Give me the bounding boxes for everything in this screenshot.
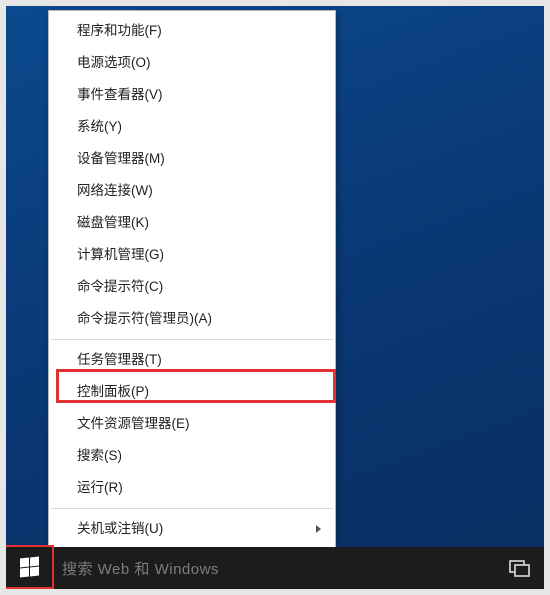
- menu-item-control-panel[interactable]: 控制面板(P): [49, 376, 335, 408]
- taskbar-search-input[interactable]: 搜索 Web 和 Windows: [54, 547, 496, 589]
- menu-separator: [51, 339, 333, 340]
- menu-item-system[interactable]: 系统(Y): [49, 111, 335, 143]
- menu-separator: [51, 508, 333, 509]
- task-view-button[interactable]: [496, 547, 544, 589]
- menu-item-file-explorer[interactable]: 文件资源管理器(E): [49, 408, 335, 440]
- menu-item-device-manager[interactable]: 设备管理器(M): [49, 143, 335, 175]
- menu-item-event-viewer[interactable]: 事件查看器(V): [49, 79, 335, 111]
- menu-item-computer-management[interactable]: 计算机管理(G): [49, 239, 335, 271]
- start-button[interactable]: [6, 547, 54, 589]
- menu-item-shutdown-signout[interactable]: 关机或注销(U): [49, 513, 335, 545]
- menu-item-search[interactable]: 搜索(S): [49, 440, 335, 472]
- menu-item-command-prompt-admin[interactable]: 命令提示符(管理员)(A): [49, 303, 335, 335]
- menu-item-run[interactable]: 运行(R): [49, 472, 335, 504]
- menu-item-power-options[interactable]: 电源选项(O): [49, 47, 335, 79]
- windows-logo-icon: [20, 558, 40, 578]
- menu-item-programs-features[interactable]: 程序和功能(F): [49, 15, 335, 47]
- menu-item-task-manager[interactable]: 任务管理器(T): [49, 344, 335, 376]
- menu-item-network-connections[interactable]: 网络连接(W): [49, 175, 335, 207]
- menu-item-command-prompt[interactable]: 命令提示符(C): [49, 271, 335, 303]
- taskbar: 搜索 Web 和 Windows: [6, 547, 544, 589]
- task-view-icon: [509, 559, 531, 577]
- menu-item-disk-management[interactable]: 磁盘管理(K): [49, 207, 335, 239]
- desktop: 程序和功能(F) 电源选项(O) 事件查看器(V) 系统(Y) 设备管理器(M)…: [0, 0, 550, 595]
- winx-context-menu: 程序和功能(F) 电源选项(O) 事件查看器(V) 系统(Y) 设备管理器(M)…: [48, 10, 336, 582]
